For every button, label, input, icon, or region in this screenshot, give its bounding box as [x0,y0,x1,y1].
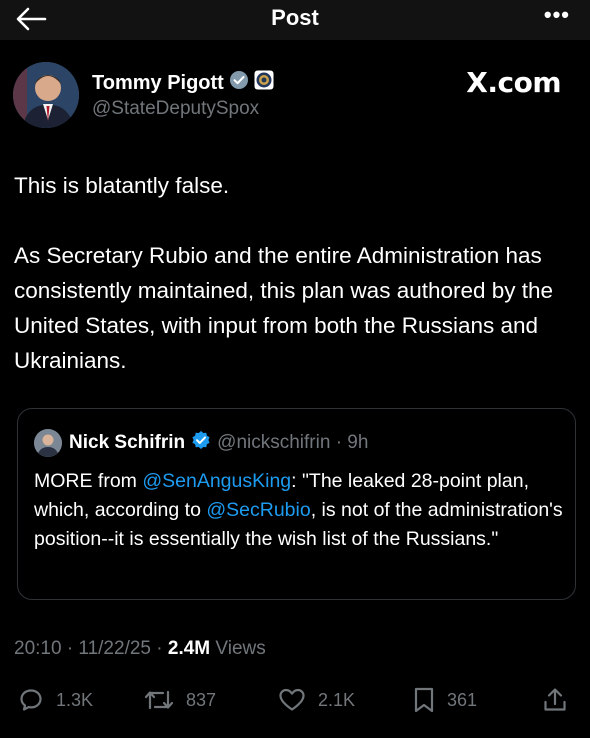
share-button[interactable] [542,682,568,718]
quoted-text-part: MORE from [34,470,143,492]
author-name[interactable]: Tommy Pigott [92,70,274,96]
repost-icon [144,690,174,710]
quoted-author-avatar[interactable] [34,429,62,457]
repost-button[interactable]: 837 [144,682,216,718]
more-options-icon[interactable]: ••• [544,2,570,28]
quoted-header: Nick Schifrin @nickschifrin · 9h [69,430,368,456]
page-title: Post [271,5,319,30]
government-seal-icon [254,70,274,96]
mention-link[interactable]: @SenAngusKing [142,470,291,492]
author-handle[interactable]: @StateDeputySpox [92,98,259,120]
quoted-author-name[interactable]: Nick Schifrin [69,432,185,454]
views-label: Views [210,638,266,659]
post-paragraph: This is blatantly false. [14,173,230,198]
views-count: 2.4M [167,638,211,659]
author-avatar[interactable] [13,62,79,128]
verified-badge-icon [191,430,211,456]
quoted-post[interactable]: Nick Schifrin @nickschifrin · 9h MORE fr… [17,408,576,600]
top-bar: Post ••• [0,0,590,40]
author-name-text[interactable]: Tommy Pigott [92,72,224,95]
mention-link[interactable]: @SecRubio [206,499,310,521]
like-count: 2.1K [318,689,356,710]
post-meta: 20:10 · 11/22/25 · 2.4M Views [14,638,266,660]
bookmark-button[interactable]: 361 [413,682,477,718]
post-paragraph: As Secretary Rubio and the entire Admini… [14,243,554,373]
quoted-handle-time: @nickschifrin · 9h [217,432,369,453]
post-timestamp[interactable]: 20:10 · 11/22/25 · [14,638,168,659]
share-icon [544,688,566,711]
reply-button[interactable]: 1.3K [18,682,93,718]
quoted-text: MORE from @SenAngusKing: "The leaked 28-… [34,467,564,554]
repost-count: 837 [186,689,217,710]
post-body: This is blatantly false. As Secretary Ru… [14,168,579,378]
x-com-watermark: X.com [466,66,561,99]
like-button[interactable]: 2.1K [278,682,355,718]
bookmark-count: 361 [447,689,478,710]
bookmark-icon [414,687,434,713]
heart-icon [279,688,305,711]
action-bar: 1.3K 837 2.1K 361 [0,682,590,722]
reply-icon [20,689,42,711]
reply-count: 1.3K [56,689,94,710]
verified-badge-icon [229,70,249,96]
